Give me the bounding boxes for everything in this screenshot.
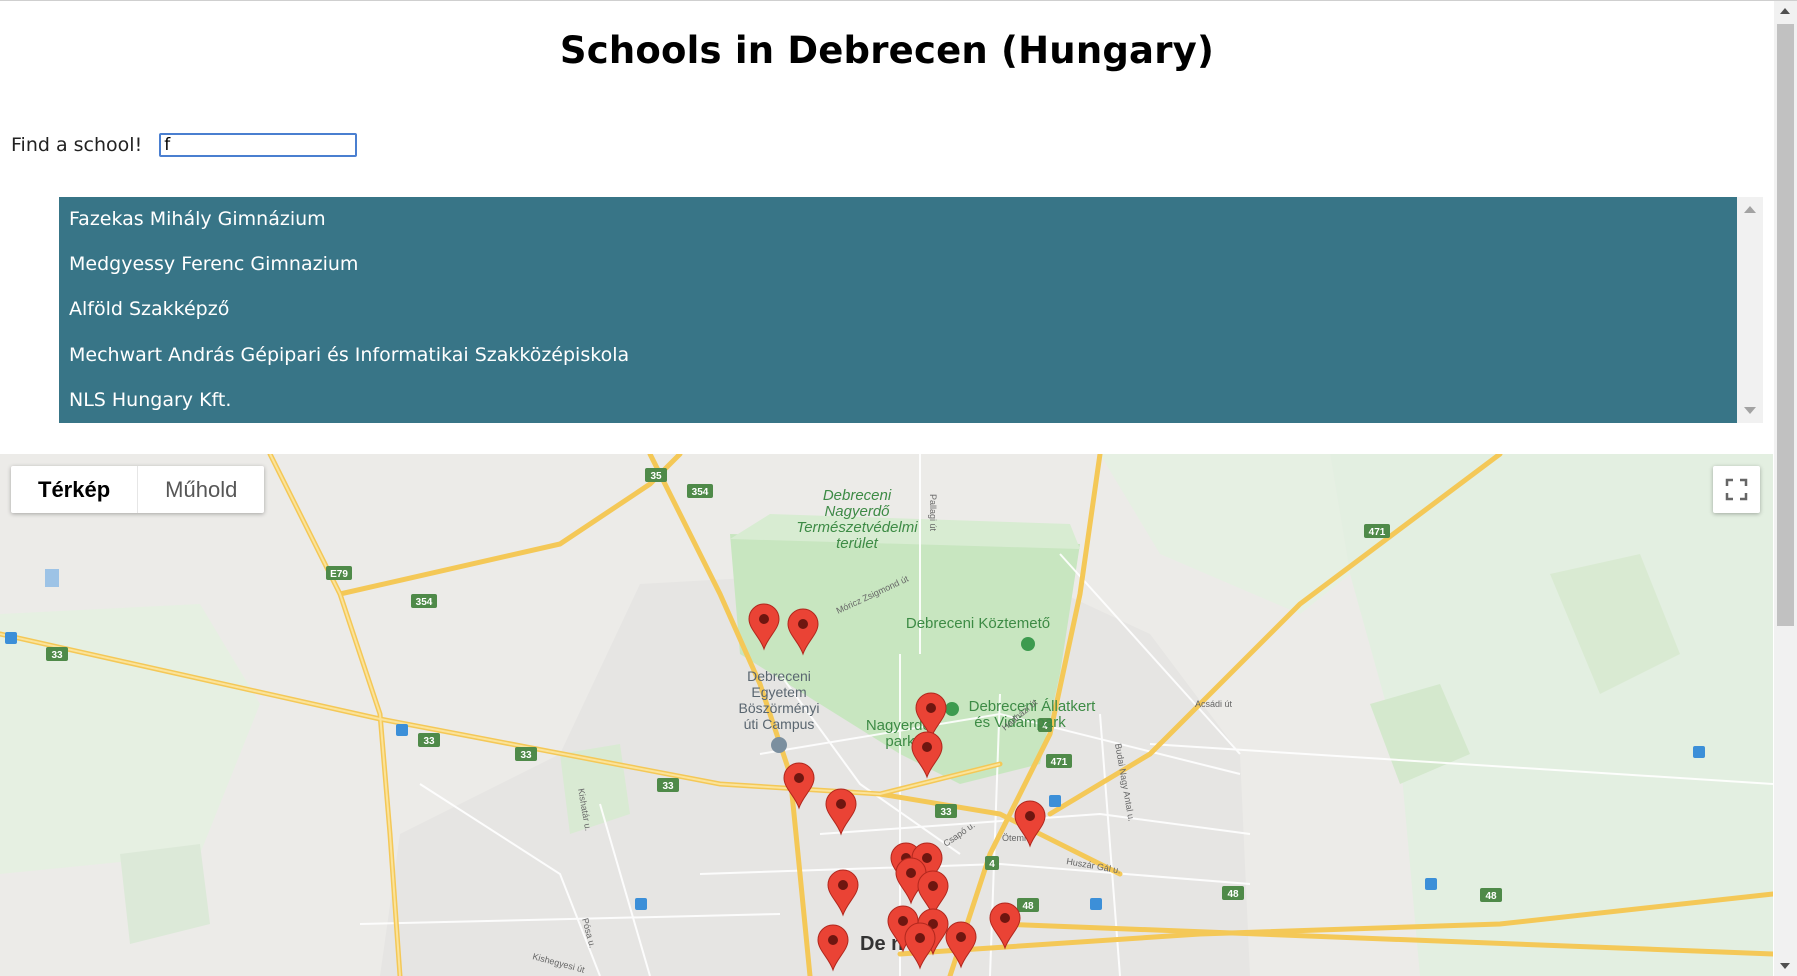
fullscreen-button[interactable] [1713,466,1760,513]
page-title: Schools in Debrecen (Hungary) [559,29,1215,72]
list-item[interactable]: Alföld Szakképző [59,287,1737,332]
scrollbar-thumb[interactable] [1777,24,1794,626]
list-item[interactable]: Medgyessy Ferenc Gimnazium [59,242,1737,287]
svg-text:Debreceni: Debreceni [747,668,811,684]
svg-text:48: 48 [1227,889,1239,900]
svg-text:Böszörményi: Böszörményi [739,700,820,716]
svg-text:Nagyerdő: Nagyerdő [824,503,890,520]
svg-text:Debreceni: Debreceni [823,487,892,504]
map-type-control: Térkép Műhold [11,466,265,513]
svg-text:48: 48 [1022,901,1034,912]
search-label: Find a school! [11,134,143,156]
svg-text:33: 33 [423,736,435,747]
map-canvas[interactable]: 35 354 E79 354 33 33 33 33 33 471 471 4 … [0,454,1773,976]
svg-text:Debreceni Köztemető: Debreceni Köztemető [906,615,1050,632]
svg-text:48: 48 [1485,891,1497,902]
svg-text:úti Campus: úti Campus [744,716,815,732]
list-item[interactable]: Mechwart András Gépipari és Informatikai… [59,333,1737,378]
svg-text:33: 33 [940,807,952,818]
svg-text:33: 33 [520,750,532,761]
map-type-satellite-button[interactable]: Műhold [137,466,264,513]
page-scrollbar[interactable] [1774,1,1797,976]
search-input[interactable] [159,133,358,157]
list-item[interactable]: Fazekas Mihály Gimnázium [59,197,1737,242]
svg-text:471: 471 [1369,527,1386,538]
svg-text:Ötemi: Ötemi [1002,833,1026,843]
results-scrollbar[interactable] [1737,197,1763,423]
svg-text:354: 354 [692,487,709,498]
svg-text:33: 33 [662,781,674,792]
scroll-down-icon[interactable] [1744,407,1756,414]
scroll-up-icon[interactable] [1744,206,1756,213]
list-item[interactable]: NLS Hungary Kft. [59,378,1737,423]
search-row: Find a school! [11,133,358,157]
svg-text:4: 4 [989,859,995,870]
map[interactable]: 35 354 E79 354 33 33 33 33 33 471 471 4 … [0,454,1773,976]
results-list: Fazekas Mihály Gimnázium Medgyessy Feren… [59,197,1737,423]
svg-text:471: 471 [1051,757,1068,768]
svg-text:Természetvédelmi: Természetvédelmi [796,519,918,536]
svg-text:terület: terület [836,535,879,552]
svg-text:Acsádi út: Acsádi út [1195,699,1233,709]
svg-text:Pallagi út: Pallagi út [928,494,938,532]
svg-text:35: 35 [650,471,662,482]
svg-text:E79: E79 [330,569,348,580]
fullscreen-icon [1725,478,1748,501]
svg-text:Egyetem: Egyetem [751,684,806,700]
svg-text:354: 354 [416,597,433,608]
svg-text:park: park [885,733,915,750]
scroll-up-icon[interactable] [1780,8,1790,14]
svg-text:33: 33 [51,650,63,661]
map-type-map-button[interactable]: Térkép [11,466,137,513]
scroll-down-icon[interactable] [1780,963,1790,969]
